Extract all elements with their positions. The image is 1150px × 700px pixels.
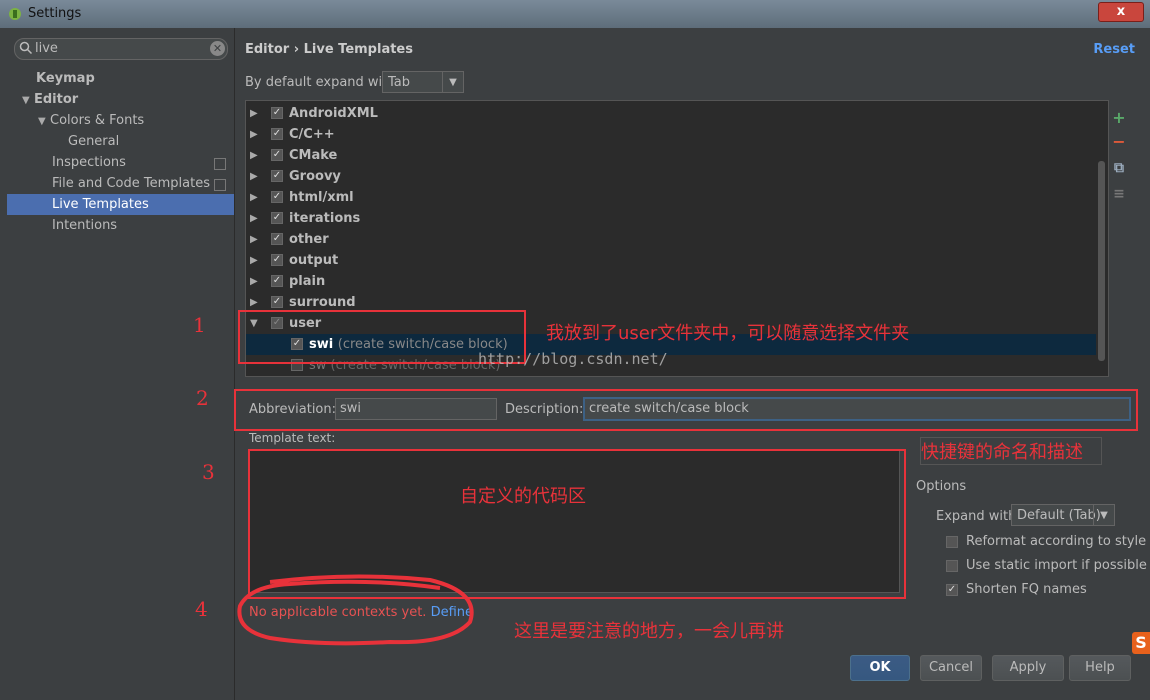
sidebar-item-label: Colors & Fonts [50,113,145,128]
ok-button[interactable]: OK [850,655,910,681]
expand-arrow-icon[interactable]: ▶ [250,250,258,271]
template-group[interactable]: ▶ ✓ AndroidXML [246,103,1096,124]
sidebar-item-label: Intentions [52,218,118,233]
list-icon[interactable]: ≡ [1111,186,1127,202]
reformat-label: Reformat according to style [966,534,1147,549]
static-import-checkbox[interactable] [946,560,958,572]
expand-arrow-icon[interactable]: ▶ [250,208,258,229]
template-text-label: Template text: [249,431,336,445]
template-group[interactable]: ▶ ✓ plain [246,271,1096,292]
chevron-down-icon[interactable]: ▼ [1093,505,1114,525]
blog-watermark: http://blog.csdn.net/ [478,350,668,368]
expand-arrow-icon[interactable]: ▶ [250,271,258,292]
sidebar-item-file-code-templates[interactable]: File and Code Templates [52,173,210,194]
search-input[interactable] [35,40,205,56]
breadcrumb-separator: › [293,42,300,57]
breadcrumb-live-templates: Live Templates [303,42,413,57]
expand-arrow-icon[interactable]: ▶ [250,145,258,166]
options-title: Options [916,479,967,494]
cancel-button[interactable]: Cancel [920,655,982,681]
expand-arrow-icon[interactable]: ▼ [38,111,50,132]
sidebar-item-label: Keymap [36,71,95,86]
options-expand-value: Default (Tab) [1017,508,1101,523]
expand-arrow-icon[interactable]: ▶ [250,103,258,124]
group-checkbox[interactable]: ✓ [271,275,283,287]
annotation-number-2: 2 [196,386,209,410]
expand-arrow-icon[interactable]: ▼ [22,90,34,111]
breadcrumb-editor: Editor [245,42,290,57]
template-group[interactable]: ▶ ✓ output [246,250,1096,271]
annotation-text-4: 这里是要注意的地方，一会儿再讲 [514,621,784,642]
sidebar-item-label: Live Templates [52,197,149,212]
chevron-down-icon[interactable]: ▼ [442,72,463,92]
sidebar-item-intentions[interactable]: Intentions [52,215,117,236]
expand-with-select[interactable]: Tab ▼ [382,71,464,93]
expand-with-option-label: Expand with [936,509,1017,524]
window-title: Settings [28,6,82,21]
sidebar-item-live-templates[interactable]: Live Templates [7,194,234,215]
expand-arrow-icon[interactable]: ▶ [250,229,258,250]
expand-with-value: Tab [388,75,411,90]
group-checkbox[interactable]: ✓ [271,254,283,266]
template-group[interactable]: ▶ ✓ C/C++ [246,124,1096,145]
annotation-text-2: 快捷键的命名和描述 [920,437,1102,465]
group-checkbox[interactable]: ✓ [271,233,283,245]
group-checkbox[interactable]: ✓ [271,212,283,224]
reformat-checkbox[interactable] [946,536,958,548]
shorten-fq-label: Shorten FQ names [966,582,1087,597]
remove-icon[interactable]: − [1111,134,1127,150]
annotation-number-1: 1 [193,313,206,337]
help-button[interactable]: Help [1069,655,1131,681]
project-settings-icon [214,179,226,191]
sidebar-item-colors-fonts[interactable]: ▼ Colors & Fonts [38,110,144,131]
android-studio-icon [9,8,21,20]
group-checkbox[interactable]: ✓ [271,107,283,119]
search-icon [19,41,33,55]
add-icon[interactable]: + [1111,110,1127,126]
annotation-scribble-4 [237,574,474,646]
sidebar-item-label: Editor [34,92,79,107]
options-expand-select[interactable]: Default (Tab) ▼ [1011,504,1115,526]
group-checkbox[interactable]: ✓ [271,149,283,161]
shorten-fq-checkbox[interactable]: ✓ [946,584,958,596]
expand-with-label: By default expand with [245,75,396,90]
expand-arrow-icon[interactable]: ▶ [250,187,258,208]
title-bar: Settings x [0,0,1150,28]
static-import-label: Use static import if possible [966,558,1147,573]
expand-arrow-icon[interactable]: ▶ [250,124,258,145]
sidebar-item-keymap[interactable]: Keymap [36,68,95,89]
sidebar-item-inspections[interactable]: Inspections [52,152,126,173]
template-group[interactable]: ▶ ✓ iterations [246,208,1096,229]
template-group[interactable]: ▶ ✓ html/xml [246,187,1096,208]
annotation-number-4: 4 [195,597,208,621]
group-checkbox[interactable]: ✓ [271,191,283,203]
sidebar-item-label: File and Code Templates [52,176,210,191]
clear-search-icon[interactable]: ✕ [210,41,225,56]
search-box[interactable]: ✕ [14,38,228,60]
project-settings-icon [214,158,226,170]
template-group[interactable]: ▶ ✓ other [246,229,1096,250]
sidebar-item-general[interactable]: General [68,131,119,152]
apply-button[interactable]: Apply [992,655,1064,681]
template-group[interactable]: ▶ ✓ CMake [246,145,1096,166]
sidebar-item-editor[interactable]: ▼ Editor [22,89,78,110]
sidebar-item-label: Inspections [52,155,126,170]
copy-icon[interactable]: ⧉ [1111,160,1127,176]
sidebar-item-label: General [68,134,120,149]
template-group[interactable]: ▶ ✓ Groovy [246,166,1096,187]
annotation-number-3: 3 [202,460,215,484]
annotation-text-1: 我放到了user文件夹中，可以随意选择文件夹 [546,323,910,344]
group-checkbox[interactable]: ✓ [271,296,283,308]
template-list-scrollbar[interactable] [1098,161,1105,361]
group-checkbox[interactable]: ✓ [271,170,283,182]
annotation-box-2 [234,389,1138,431]
group-checkbox[interactable]: ✓ [271,128,283,140]
expand-arrow-icon[interactable]: ▶ [250,166,258,187]
breadcrumb: Editor › Live Templates [245,42,413,57]
close-window-button[interactable]: x [1098,2,1144,22]
annotation-text-3: 自定义的代码区 [460,486,586,507]
reset-link[interactable]: Reset [1093,42,1135,57]
corner-logo-icon: S [1132,632,1150,654]
